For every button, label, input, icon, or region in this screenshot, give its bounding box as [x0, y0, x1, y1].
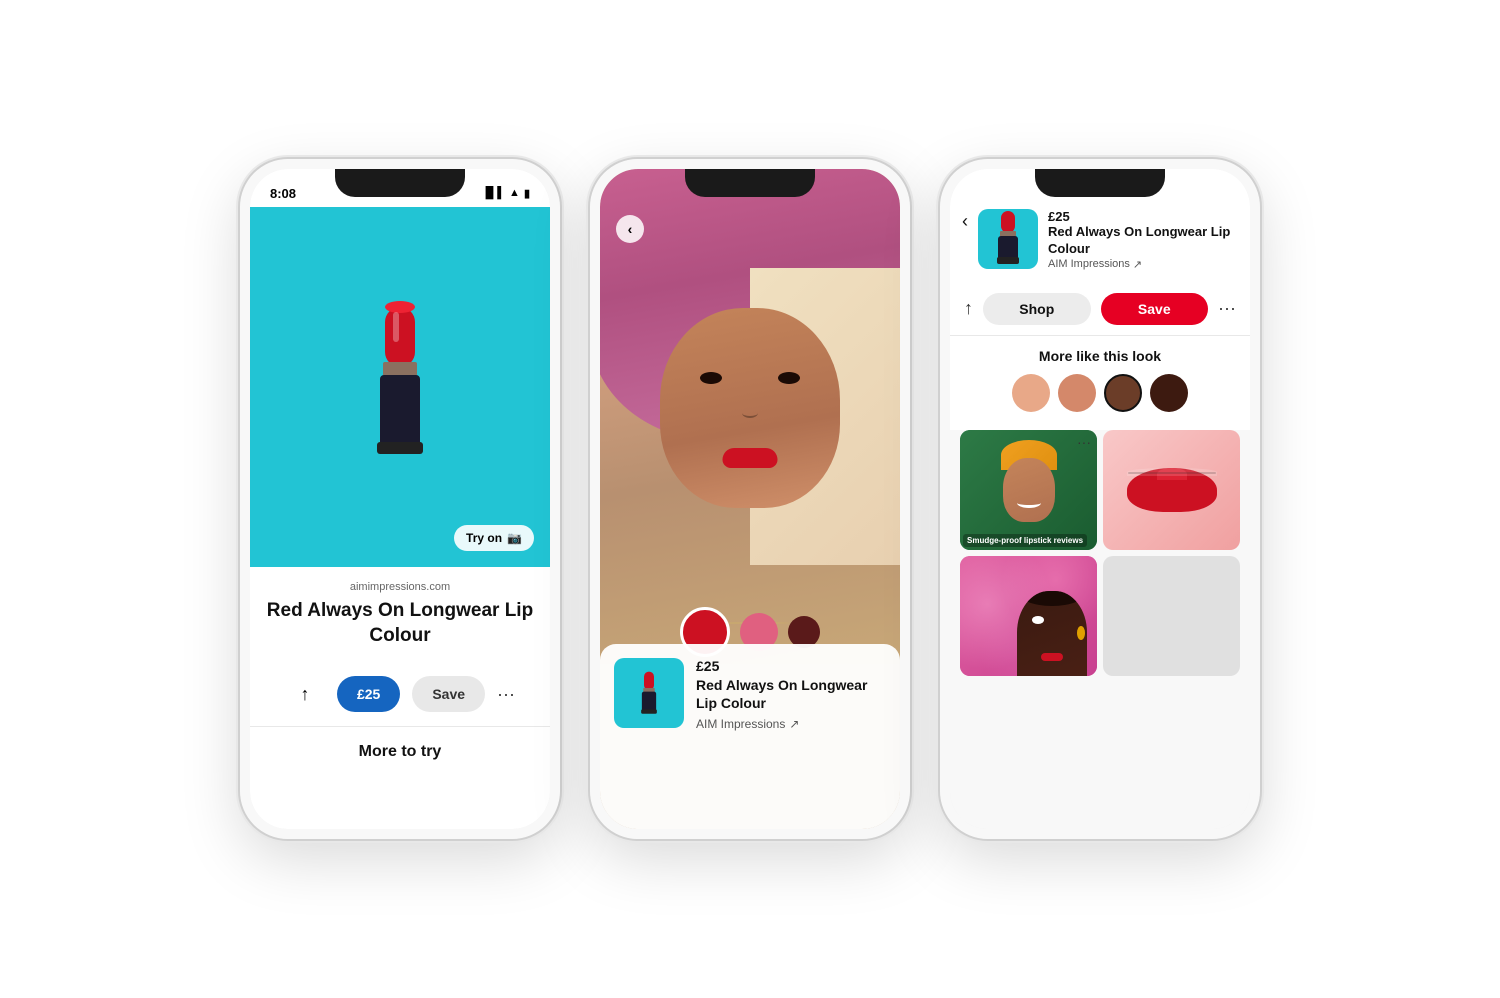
more-options-button[interactable]: ··· — [497, 684, 515, 705]
more-to-try-label: More to try — [359, 743, 442, 760]
ar-price: £25 — [696, 658, 886, 674]
ar-background: ‹ — [600, 169, 900, 829]
ar-product-card: £25 Red Always On Longwear Lip Colour AI… — [600, 644, 900, 829]
product-thumbnail — [978, 209, 1038, 269]
p3-share-button[interactable]: ↑ — [964, 298, 973, 319]
grid-cell-2 — [1103, 430, 1240, 550]
grid-cell-4 — [1103, 556, 1240, 676]
ar-product-info: £25 Red Always On Longwear Lip Colour AI… — [696, 658, 886, 730]
more-to-try-section: More to try — [250, 726, 550, 777]
product-image: Try on 📷 — [250, 207, 550, 567]
camera-icon: 📷 — [507, 531, 522, 545]
grid-cell-3 — [960, 556, 1097, 676]
status-icons: ▐▌▌ ▲ ▮ — [482, 187, 530, 200]
phone-3: ‹ £25 Red Always On Longwear Lip Colour … — [940, 159, 1260, 839]
lipstick-svg — [355, 287, 445, 487]
p3-action-row: ↑ Shop Save ··· — [950, 283, 1250, 336]
ar-brand-arrow: ↗ — [789, 717, 799, 731]
battery-icon: ▮ — [524, 187, 530, 200]
notch — [335, 169, 465, 197]
try-on-button[interactable]: Try on 📷 — [454, 525, 534, 551]
wifi-icon: ▲ — [509, 187, 520, 199]
product-title: Red Always On Longwear Lip Colour — [266, 599, 534, 648]
ar-brand: AIM Impressions ↗ — [696, 717, 886, 731]
skin-tone-2[interactable] — [1058, 374, 1096, 412]
p3-brand-name: AIM Impressions — [1048, 258, 1130, 270]
ar-camera-view — [600, 169, 900, 664]
p3-product-title: Red Always On Longwear Lip Colour — [1048, 224, 1238, 258]
site-url: aimimpressions.com — [266, 581, 534, 593]
image-grid: ··· Smudge-proof lipstick reviews — [950, 430, 1250, 682]
phone-1: 8:08 ▐▌▌ ▲ ▮ — [240, 159, 560, 839]
share-button[interactable]: ↑ — [285, 674, 325, 714]
grid-cell-1-dots[interactable]: ··· — [1077, 434, 1091, 450]
ar-face — [660, 308, 840, 508]
more-like-title: More like this look — [964, 348, 1236, 364]
back-button[interactable]: ‹ — [962, 209, 968, 232]
grid-label-1: Smudge-proof lipstick reviews — [963, 534, 1087, 547]
skin-tone-circles — [964, 374, 1236, 412]
p3-shop-button[interactable]: Shop — [983, 293, 1091, 325]
price-button[interactable]: £25 — [337, 676, 400, 712]
phones-container: 8:08 ▐▌▌ ▲ ▮ — [200, 119, 1300, 879]
phone-2: ‹ — [590, 159, 910, 839]
status-time: 8:08 — [270, 186, 296, 201]
ar-brand-name: AIM Impressions — [696, 717, 785, 731]
skin-tone-3-selected[interactable] — [1104, 374, 1142, 412]
ar-product-name: Red Always On Longwear Lip Colour — [696, 676, 886, 712]
signal-icon: ▐▌▌ — [482, 187, 505, 199]
ar-product-thumbnail — [614, 658, 684, 728]
phone3-screen: ‹ £25 Red Always On Longwear Lip Colour … — [950, 169, 1250, 829]
p3-product-info: £25 Red Always On Longwear Lip Colour AI… — [1048, 209, 1238, 271]
p3-brand: AIM Impressions ↗ — [1048, 258, 1238, 271]
back-icon: ‹ — [628, 221, 633, 237]
more-like-this-section: More like this look — [950, 336, 1250, 430]
p3-more-options[interactable]: ··· — [1218, 298, 1236, 319]
phone2-screen: ‹ — [600, 169, 900, 829]
p3-brand-arrow: ↗ — [1133, 258, 1142, 271]
skin-tone-4[interactable] — [1150, 374, 1188, 412]
save-button[interactable]: Save — [412, 676, 485, 712]
action-row: ↑ £25 Save ··· — [250, 670, 550, 726]
grid-cell-1: ··· Smudge-proof lipstick reviews — [960, 430, 1097, 550]
notch — [685, 169, 815, 197]
ar-lipstick-applied — [723, 448, 778, 468]
product-info: aimimpressions.com Red Always On Longwea… — [250, 567, 550, 670]
product-thumb-icon — [990, 209, 1026, 269]
p3-save-button[interactable]: Save — [1101, 293, 1209, 325]
lipstick-thumbnail-icon — [634, 668, 664, 718]
ar-back-button[interactable]: ‹ — [616, 215, 644, 243]
try-on-label: Try on — [466, 531, 502, 545]
notch — [1035, 169, 1165, 197]
p3-price: £25 — [1048, 209, 1238, 224]
phone1-screen: 8:08 ▐▌▌ ▲ ▮ — [250, 169, 550, 829]
skin-tone-1[interactable] — [1012, 374, 1050, 412]
